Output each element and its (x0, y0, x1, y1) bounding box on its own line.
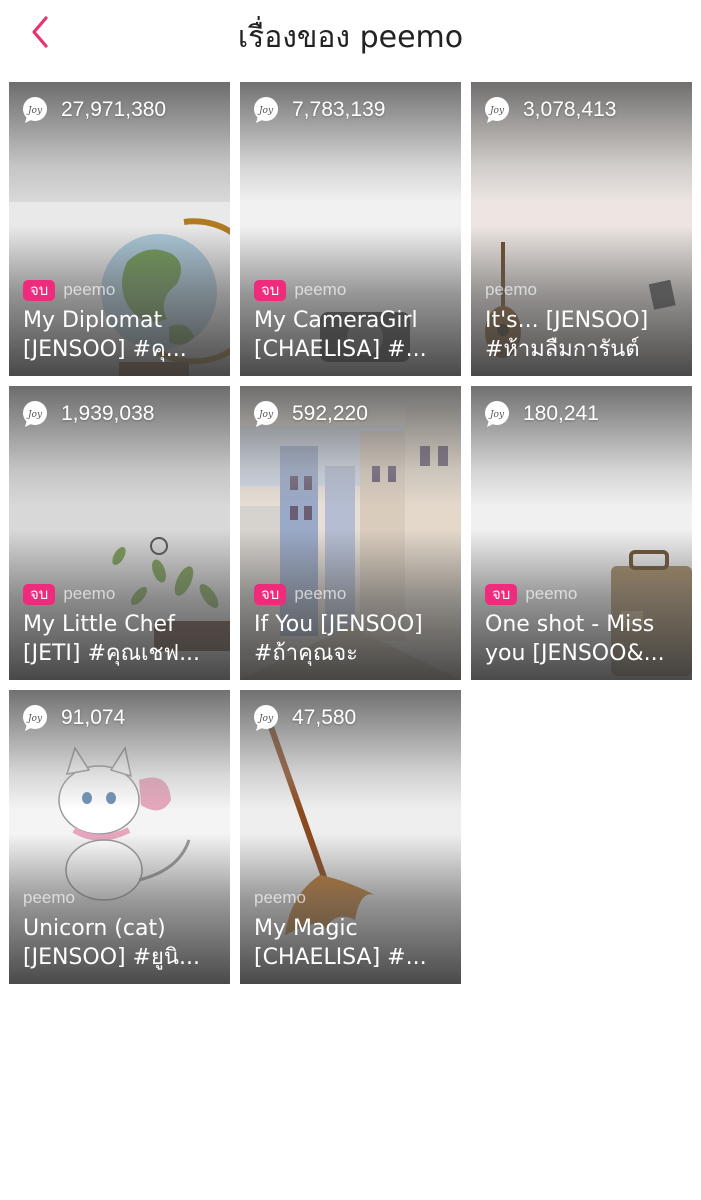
joy-icon: Joy (23, 705, 47, 731)
joy-icon: Joy (254, 401, 278, 427)
view-counter: Joy 91,074 (21, 704, 125, 732)
story-title: It's... [JENSOO] #ห้ามลืมการันต์ (485, 308, 649, 362)
finished-badge: จบ (254, 583, 287, 605)
svg-text:Joy: Joy (257, 106, 274, 116)
author-name: peemo (23, 888, 75, 907)
story-meta: จบ peemo My CameraGirl [CHAELISA] #... (254, 278, 449, 364)
svg-text:Joy: Joy (488, 410, 505, 420)
story-card[interactable]: Joy 27,971,380 จบ peemo My Diplomat [JEN… (9, 82, 230, 376)
view-count: 180,241 (523, 402, 599, 425)
view-counter: Joy 1,939,038 (21, 400, 154, 428)
view-count: 27,971,380 (61, 98, 167, 121)
story-title: My Magic [CHAELISA] #... (254, 916, 427, 970)
view-counter: Joy 592,220 (252, 400, 368, 428)
story-meta: จบ peemo If You [JENSOO] #ถ้าคุณจะ (254, 582, 449, 668)
view-counter: Joy 3,078,413 (483, 96, 616, 124)
joy-icon: Joy (254, 97, 278, 123)
view-count: 3,078,413 (523, 98, 617, 121)
story-meta: peemo My Magic [CHAELISA] #... (254, 886, 449, 972)
view-count: 91,074 (61, 706, 126, 729)
view-count: 592,220 (292, 402, 368, 425)
joy-icon: Joy (23, 401, 47, 427)
story-card[interactable]: Joy 7,783,139 จบ peemo My CameraGirl [CH… (240, 82, 461, 376)
finished-badge: จบ (23, 583, 56, 605)
view-counter: Joy 7,783,139 (252, 96, 385, 124)
story-meta: peemo It's... [JENSOO] #ห้ามลืมการันต์ (485, 278, 680, 364)
author-name: peemo (294, 280, 347, 299)
view-counter: Joy 180,241 (483, 400, 599, 428)
story-card[interactable]: Joy 47,580 peemo My Magic [CHAELISA] #..… (240, 690, 461, 984)
story-title: My Diplomat [JENSOO] #คุ... (23, 308, 187, 362)
top-bar: เรื่องของ peemo (0, 0, 701, 70)
joy-icon: Joy (23, 97, 47, 123)
story-title: Unicorn (cat) [JENSOO] #ยูนิ... (23, 916, 200, 970)
author-name: peemo (485, 280, 537, 299)
page-title: เรื่องของ peemo (237, 20, 464, 55)
view-count: 1,939,038 (61, 402, 155, 425)
svg-text:Joy: Joy (257, 410, 274, 420)
joy-icon: Joy (485, 401, 509, 427)
author-name: peemo (254, 888, 306, 907)
svg-text:Joy: Joy (26, 410, 43, 420)
finished-badge: จบ (485, 583, 518, 605)
author-name: peemo (63, 584, 116, 603)
svg-text:Joy: Joy (488, 106, 505, 116)
story-meta: จบ peemo My Diplomat [JENSOO] #คุ... (23, 278, 218, 364)
svg-text:Joy: Joy (26, 106, 43, 116)
svg-text:Joy: Joy (257, 714, 274, 724)
author-name: peemo (294, 584, 347, 603)
story-card[interactable]: Joy 91,074 peemo Unicorn (cat) [JENSOO] … (9, 690, 230, 984)
story-title: One shot - Miss you [JENSOO&... (485, 612, 665, 666)
finished-badge: จบ (23, 279, 56, 301)
story-card[interactable]: Joy 592,220 จบ peemo If You [JENSOO] #ถ้… (240, 386, 461, 680)
story-title: If You [JENSOO] #ถ้าคุณจะ (254, 612, 423, 666)
story-meta: จบ peemo My Little Chef [JETI] #คุณเชฟ..… (23, 582, 218, 668)
story-meta: peemo Unicorn (cat) [JENSOO] #ยูนิ... (23, 886, 218, 972)
story-meta: จบ peemo One shot - Miss you [JENSOO&... (485, 582, 680, 668)
joy-icon: Joy (485, 97, 509, 123)
finished-badge: จบ (254, 279, 287, 301)
svg-text:Joy: Joy (26, 714, 43, 724)
story-card[interactable]: Joy 180,241 จบ peemo One shot - Miss you… (471, 386, 692, 680)
author-name: peemo (63, 280, 116, 299)
view-count: 7,783,139 (292, 98, 386, 121)
story-title: My CameraGirl [CHAELISA] #... (254, 308, 427, 362)
view-counter: Joy 47,580 (252, 704, 356, 732)
story-title: My Little Chef [JETI] #คุณเชฟ... (23, 612, 201, 666)
view-count: 47,580 (292, 706, 357, 729)
author-name: peemo (525, 584, 578, 603)
story-card[interactable]: Joy 1,939,038 จบ peemo My Little Chef [J… (9, 386, 230, 680)
view-counter: Joy 27,971,380 (21, 96, 166, 124)
joy-icon: Joy (254, 705, 278, 731)
story-card[interactable]: Joy 3,078,413 peemo It's... [JENSOO] #ห้… (471, 82, 692, 376)
